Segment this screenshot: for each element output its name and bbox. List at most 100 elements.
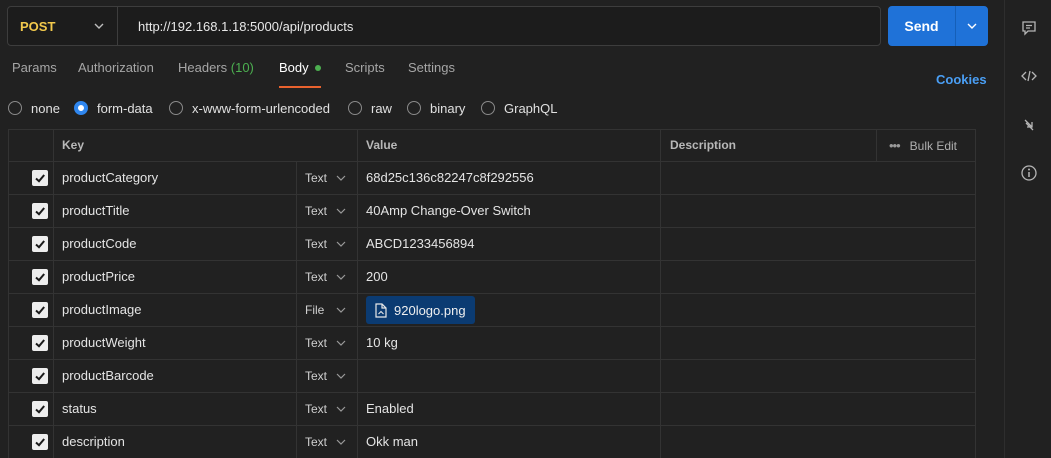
description-cell[interactable] <box>670 393 975 425</box>
file-chip[interactable]: 920logo.png <box>366 296 475 324</box>
comment-icon[interactable] <box>1020 19 1038 37</box>
table-header: Key Value Description ••• Bulk Edit <box>8 129 976 162</box>
code-icon[interactable] <box>1020 67 1038 85</box>
type-select[interactable]: Text <box>305 228 327 260</box>
description-cell[interactable] <box>670 327 975 359</box>
tab-count: (10) <box>230 60 254 75</box>
tab-label: Params <box>12 60 57 75</box>
key-cell[interactable]: productBarcode <box>62 360 154 392</box>
key-cell[interactable]: productWeight <box>62 327 146 359</box>
row-checkbox[interactable] <box>32 269 48 285</box>
arrows-icon[interactable] <box>1020 116 1038 134</box>
modified-dot-icon <box>314 64 321 71</box>
type-select[interactable]: Text <box>305 426 327 458</box>
key-cell[interactable]: description <box>62 426 125 458</box>
description-cell[interactable] <box>670 195 975 227</box>
method-select[interactable]: POST <box>8 7 118 45</box>
key-cell[interactable]: productImage <box>62 294 142 326</box>
row-checkbox[interactable] <box>32 335 48 351</box>
type-select[interactable]: Text <box>305 261 327 293</box>
more-icon: ••• <box>889 138 901 153</box>
type-select[interactable]: Text <box>305 393 327 425</box>
tab-authorization[interactable]: Authorization <box>78 60 154 88</box>
chevron-down-icon <box>336 208 346 214</box>
checkmark-icon <box>35 240 45 249</box>
key-cell[interactable]: status <box>62 393 97 425</box>
description-cell[interactable] <box>670 261 975 293</box>
radio-label: none <box>31 100 60 116</box>
radio-graphql[interactable]: GraphQL <box>481 99 557 117</box>
description-cell[interactable] <box>670 162 975 194</box>
tab-params[interactable]: Params <box>12 60 57 88</box>
radio-circle <box>348 101 362 115</box>
key-cell[interactable]: productCode <box>62 228 136 260</box>
table-row: productWeight Text 10 kg <box>8 327 976 360</box>
description-cell[interactable] <box>670 228 975 260</box>
chevron-down-icon <box>94 23 104 29</box>
checkmark-icon <box>35 207 45 216</box>
tab-headers[interactable]: Headers (10) <box>178 60 254 88</box>
row-checkbox[interactable] <box>32 236 48 252</box>
chevron-down-icon <box>336 373 346 379</box>
row-checkbox[interactable] <box>32 170 48 186</box>
description-cell[interactable] <box>670 294 975 326</box>
key-cell[interactable]: productTitle <box>62 195 129 227</box>
send-options-button[interactable] <box>956 20 988 32</box>
radio-circle <box>169 101 183 115</box>
radio-raw[interactable]: raw <box>348 99 392 117</box>
type-select[interactable]: Text <box>305 162 327 194</box>
request-url-bar: POST http://192.168.1.18:5000/api/produc… <box>7 6 881 46</box>
send-button[interactable]: Send <box>888 18 955 34</box>
description-cell[interactable] <box>670 426 975 458</box>
url-input[interactable]: http://192.168.1.18:5000/api/products <box>118 19 353 34</box>
tab-label: Authorization <box>78 60 154 75</box>
method-label: POST <box>20 18 56 34</box>
file-name: 920logo.png <box>394 302 466 318</box>
table-row: productTitle Text 40Amp Change-Over Switch <box>8 195 976 228</box>
value-cell[interactable]: 40Amp Change-Over Switch <box>366 195 531 227</box>
radio-x-www-form-urlencoded[interactable]: x-www-form-urlencoded <box>169 99 330 117</box>
value-cell[interactable]: 200 <box>366 261 388 293</box>
tab-label: Scripts <box>345 60 385 75</box>
radio-label: GraphQL <box>504 100 558 116</box>
table-body: productCategory Text 68d25c136c82247c8f292… <box>8 162 976 458</box>
description-cell[interactable] <box>670 360 975 392</box>
send-button-group: Send <box>888 6 988 46</box>
key-cell[interactable]: productCategory <box>62 162 158 194</box>
bulk-edit-button[interactable]: ••• Bulk Edit <box>876 130 976 161</box>
checkmark-icon <box>35 339 45 348</box>
row-checkbox[interactable] <box>32 368 48 384</box>
checkmark-icon <box>35 438 45 447</box>
radio-label: x-www-form-urlencoded <box>192 100 330 116</box>
checkmark-icon <box>35 306 45 315</box>
type-select[interactable]: File <box>305 294 324 326</box>
type-select[interactable]: Text <box>305 327 327 359</box>
checkmark-icon <box>35 273 45 282</box>
column-header-description: Description <box>670 138 737 152</box>
form-data-table: Key Value Description ••• Bulk Edit prod… <box>8 129 976 458</box>
value-cell[interactable]: 68d25c136c82247c8f292556 <box>366 162 534 194</box>
radio-label: raw <box>371 100 392 116</box>
chevron-down-icon <box>967 23 977 29</box>
value-cell[interactable]: 10 kg <box>366 327 398 359</box>
tab-settings[interactable]: Settings <box>408 60 455 88</box>
value-cell[interactable]: Enabled <box>366 393 414 425</box>
radio-none[interactable]: none <box>8 99 60 117</box>
row-checkbox[interactable] <box>32 401 48 417</box>
row-checkbox[interactable] <box>32 203 48 219</box>
chevron-down-icon <box>336 439 346 445</box>
type-select[interactable]: Text <box>305 360 327 392</box>
value-cell[interactable]: Okk man <box>366 426 418 458</box>
radio-form-data[interactable]: form-data <box>74 99 153 117</box>
key-cell[interactable]: productPrice <box>62 261 135 293</box>
type-select[interactable]: Text <box>305 195 327 227</box>
row-checkbox[interactable] <box>32 434 48 450</box>
info-icon[interactable] <box>1020 164 1038 182</box>
value-cell[interactable]: ABCD1233456894 <box>366 228 474 260</box>
tab-body[interactable]: Body <box>279 60 321 88</box>
row-checkbox[interactable] <box>32 302 48 318</box>
cookies-link[interactable]: Cookies <box>936 72 987 87</box>
tab-scripts[interactable]: Scripts <box>345 60 385 88</box>
file-icon <box>375 302 387 318</box>
radio-binary[interactable]: binary <box>407 99 465 117</box>
